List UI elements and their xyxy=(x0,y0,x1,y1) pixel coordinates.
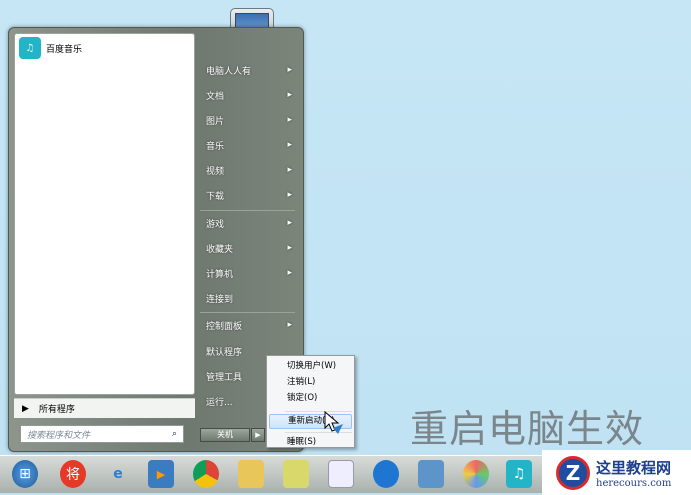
submenu-log-off[interactable]: 注销(L) xyxy=(269,375,352,390)
chevron-right-icon: ▸ xyxy=(287,115,292,125)
chevron-right-icon: ▸ xyxy=(287,140,292,150)
chevron-right-icon: ▸ xyxy=(287,165,292,175)
start-menu-item[interactable]: 控制面板 ▸ xyxy=(200,315,298,335)
logo-icon: Z xyxy=(556,455,590,490)
item-label: 收藏夹 xyxy=(206,244,234,255)
start-menu-item[interactable]: 电脑人人有 ▸ xyxy=(200,60,298,80)
shutdown-button[interactable]: 关机 xyxy=(200,428,250,442)
start-menu-item[interactable]: 连接到 xyxy=(200,288,298,308)
divider xyxy=(200,312,295,313)
submenu-lock[interactable]: 锁定(O) xyxy=(269,391,352,406)
start-menu-item[interactable]: 下载 ▸ xyxy=(200,185,298,205)
start-menu-item[interactable]: 收藏夹 ▸ xyxy=(200,238,298,258)
start-button[interactable]: ⊞ xyxy=(12,460,38,488)
chrome-icon[interactable] xyxy=(193,460,219,488)
watermark-title: 这里教程网 xyxy=(596,458,672,477)
sticky-notes-icon[interactable] xyxy=(283,460,309,488)
divider xyxy=(200,210,295,211)
start-menu-item[interactable]: 游戏 ▸ xyxy=(200,213,298,233)
submenu-switch-user[interactable]: 切换用户(W) xyxy=(269,359,352,374)
item-label: 图片 xyxy=(206,116,225,127)
program-baidu-music[interactable]: ♫ 百度音乐 xyxy=(15,34,194,62)
mouse-cursor-icon xyxy=(324,410,343,434)
item-label: 计算机 xyxy=(206,269,234,280)
triangle-right-icon: ▶ xyxy=(22,403,29,414)
media-player-icon[interactable]: ▶ xyxy=(148,460,174,488)
shutdown-options-button[interactable]: ▶ xyxy=(251,428,265,442)
chevron-right-icon: ▸ xyxy=(287,268,292,278)
item-label: 连接到 xyxy=(206,294,234,305)
baidu-music-icon: ♫ xyxy=(19,37,41,59)
folder-icon[interactable] xyxy=(238,460,264,488)
taskbar-app-jiang[interactable]: 将 xyxy=(60,460,86,488)
start-menu-item[interactable]: 音乐 ▸ xyxy=(200,135,298,155)
overlay-caption: 重启电脑生效 xyxy=(410,407,645,451)
file-icon[interactable] xyxy=(328,460,354,488)
watermark-logo: Z 这里教程网 herecours.com xyxy=(542,450,691,495)
item-label: 默认程序 xyxy=(206,347,243,358)
chevron-right-icon: ▸ xyxy=(287,218,292,228)
item-label: 管理工具 xyxy=(206,372,243,383)
chevron-right-icon: ▸ xyxy=(287,90,292,100)
item-label: 控制面板 xyxy=(206,321,243,332)
ie-icon[interactable]: e xyxy=(105,460,131,488)
item-label: 运行... xyxy=(206,397,233,408)
watermark-url: herecours.com xyxy=(596,477,672,489)
chevron-right-icon: ▸ xyxy=(287,243,292,253)
start-menu-item[interactable]: 图片 ▸ xyxy=(200,110,298,130)
submenu-sleep[interactable]: 睡眠(S) xyxy=(269,435,352,450)
pinwheel-icon[interactable] xyxy=(463,460,489,488)
chevron-right-icon: ▸ xyxy=(287,190,292,200)
item-label: 下载 xyxy=(206,191,225,202)
item-label: 视频 xyxy=(206,166,225,177)
pinned-programs-pane: ♫ 百度音乐 xyxy=(14,33,195,395)
item-label: 游戏 xyxy=(206,219,225,230)
item-label: 音乐 xyxy=(206,141,225,152)
item-label: 文档 xyxy=(206,91,225,102)
all-programs-button[interactable]: ▶ 所有程序 xyxy=(14,398,195,418)
network-icon[interactable] xyxy=(418,460,444,488)
browser-icon[interactable] xyxy=(373,460,399,488)
chevron-right-icon: ▸ xyxy=(287,65,292,75)
start-menu-item[interactable]: 文档 ▸ xyxy=(200,85,298,105)
search-input[interactable]: 搜索程序和文件 ⌕ xyxy=(20,425,184,443)
start-menu-item[interactable]: 视频 ▸ xyxy=(200,160,298,180)
chevron-right-icon: ▸ xyxy=(287,320,292,330)
search-icon: ⌕ xyxy=(171,429,177,439)
baidu-music-taskbar-icon[interactable]: ♫ xyxy=(506,460,532,488)
item-label: 电脑人人有 xyxy=(206,66,252,77)
start-menu-item[interactable]: 计算机 ▸ xyxy=(200,263,298,283)
program-label: 百度音乐 xyxy=(46,44,83,55)
